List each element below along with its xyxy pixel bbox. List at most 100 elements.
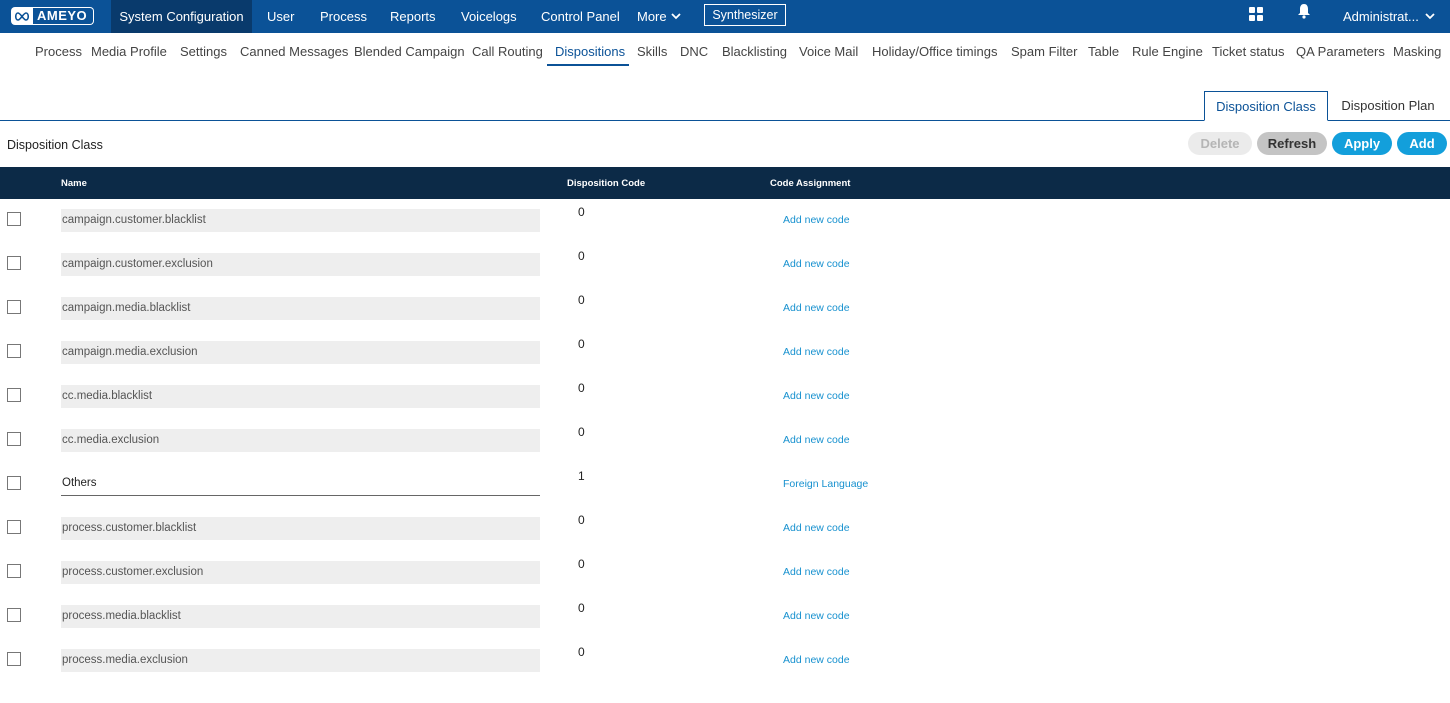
row-checkbox[interactable]	[7, 520, 21, 534]
row-checkbox[interactable]	[7, 300, 21, 314]
subnav-spam-filter[interactable]: Spam Filter	[1011, 44, 1077, 59]
nav-more-label: More	[637, 9, 667, 24]
subnav-rule-engine[interactable]: Rule Engine	[1132, 44, 1203, 59]
nav-user[interactable]: User	[267, 0, 294, 33]
table-row: process.media.blacklist 0 Add new code	[0, 601, 1450, 652]
row-disposition-code: 0	[578, 557, 585, 571]
table-row: process.media.exclusion 0 Add new code	[0, 645, 1450, 696]
row-code-assignment-link[interactable]: Add new code	[783, 346, 850, 358]
table-row: cc.media.blacklist 0 Add new code	[0, 381, 1450, 432]
row-checkbox[interactable]	[7, 652, 21, 666]
chevron-down-icon	[670, 13, 681, 20]
nav-more[interactable]: More	[637, 0, 681, 33]
infinity-icon	[11, 7, 33, 25]
row-name-field[interactable]: cc.media.exclusion	[61, 429, 540, 452]
row-disposition-code: 0	[578, 337, 585, 351]
subnav-settings[interactable]: Settings	[180, 44, 227, 59]
subnav-dispositions[interactable]: Dispositions	[555, 44, 625, 59]
row-name-field[interactable]: campaign.customer.exclusion	[61, 253, 540, 276]
ameyo-logo[interactable]: AMEYO	[11, 6, 95, 26]
admin-menu[interactable]: Administrat...	[1343, 0, 1435, 33]
nav-process[interactable]: Process	[320, 0, 367, 33]
row-code-assignment-link[interactable]: Add new code	[783, 654, 850, 666]
active-subnav-underline	[547, 64, 629, 66]
subnav-call-routing[interactable]: Call Routing	[472, 44, 543, 59]
row-checkbox[interactable]	[7, 256, 21, 270]
tab-disposition-plan[interactable]: Disposition Plan	[1336, 91, 1440, 121]
row-disposition-code: 0	[578, 293, 585, 307]
row-name-field[interactable]: campaign.customer.blacklist	[61, 209, 540, 232]
row-code-assignment-link[interactable]: Add new code	[783, 566, 850, 578]
table-row: Others 1 Foreign Language	[0, 469, 1450, 520]
row-name-field[interactable]: process.customer.exclusion	[61, 561, 540, 584]
add-button[interactable]: Add	[1397, 132, 1447, 155]
row-code-assignment-link[interactable]: Add new code	[783, 258, 850, 270]
row-checkbox[interactable]	[7, 608, 21, 622]
table-row: process.customer.exclusion 0 Add new cod…	[0, 557, 1450, 608]
subnav-masking[interactable]: Masking	[1393, 44, 1441, 59]
row-name-field[interactable]: process.media.blacklist	[61, 605, 540, 628]
subnav-blacklisting[interactable]: Blacklisting	[722, 44, 787, 59]
table-row: campaign.media.exclusion 0 Add new code	[0, 337, 1450, 388]
row-checkbox[interactable]	[7, 476, 21, 490]
subnav-holiday-office-timings[interactable]: Holiday/Office timings	[872, 44, 997, 59]
row-name-field[interactable]: campaign.media.blacklist	[61, 297, 540, 320]
row-disposition-code: 0	[578, 381, 585, 395]
row-checkbox[interactable]	[7, 344, 21, 358]
row-name-field[interactable]: process.media.exclusion	[61, 649, 540, 672]
column-header-name[interactable]: Name	[61, 178, 87, 189]
row-code-assignment-link[interactable]: Foreign Language	[783, 478, 868, 490]
row-name-field[interactable]: process.customer.blacklist	[61, 517, 540, 540]
column-header-code-assignment[interactable]: Code Assignment	[770, 178, 850, 189]
table-row: campaign.media.blacklist 0 Add new code	[0, 293, 1450, 344]
apply-button[interactable]: Apply	[1332, 132, 1392, 155]
row-checkbox[interactable]	[7, 212, 21, 226]
tab-disposition-class[interactable]: Disposition Class	[1204, 91, 1328, 121]
row-code-assignment-link[interactable]: Add new code	[783, 214, 850, 226]
subnav-canned-messages[interactable]: Canned Messages	[240, 44, 348, 59]
synthesizer-button[interactable]: Synthesizer	[704, 4, 786, 26]
row-name-field[interactable]: campaign.media.exclusion	[61, 341, 540, 364]
nav-voicelogs[interactable]: Voicelogs	[461, 0, 517, 33]
row-code-assignment-link[interactable]: Add new code	[783, 610, 850, 622]
row-name-field[interactable]: cc.media.blacklist	[61, 385, 540, 408]
subnav-dnc[interactable]: DNC	[680, 44, 708, 59]
logo-text: AMEYO	[33, 7, 95, 25]
subnav-qa-parameters[interactable]: QA Parameters	[1296, 44, 1385, 59]
row-code-assignment-link[interactable]: Add new code	[783, 522, 850, 534]
bell-icon[interactable]	[1297, 3, 1311, 24]
row-code-assignment-link[interactable]: Add new code	[783, 302, 850, 314]
nav-reports[interactable]: Reports	[390, 0, 436, 33]
row-disposition-code: 0	[578, 513, 585, 527]
chevron-down-icon	[1425, 13, 1435, 20]
nav-control-panel[interactable]: Control Panel	[541, 0, 620, 33]
subnav-table[interactable]: Table	[1088, 44, 1119, 59]
row-disposition-code: 1	[578, 469, 585, 483]
row-checkbox[interactable]	[7, 564, 21, 578]
row-disposition-code: 0	[578, 601, 585, 615]
table-row: cc.media.exclusion 0 Add new code	[0, 425, 1450, 476]
subnav-media-profile[interactable]: Media Profile	[91, 44, 167, 59]
table-row: campaign.customer.exclusion 0 Add new co…	[0, 249, 1450, 300]
subnav-skills[interactable]: Skills	[637, 44, 667, 59]
row-disposition-code: 0	[578, 425, 585, 439]
table-header: Name Disposition Code Code Assignment	[0, 167, 1450, 199]
row-code-assignment-link[interactable]: Add new code	[783, 434, 850, 446]
row-code-assignment-link[interactable]: Add new code	[783, 390, 850, 402]
refresh-button[interactable]: Refresh	[1257, 132, 1327, 155]
row-disposition-code: 0	[578, 249, 585, 263]
column-header-disposition-code[interactable]: Disposition Code	[567, 178, 645, 189]
subnav-ticket-status[interactable]: Ticket status	[1212, 44, 1284, 59]
subnav-blended-campaign[interactable]: Blended Campaign	[354, 44, 465, 59]
row-name-input[interactable]: Others	[61, 472, 540, 496]
nav-system-configuration[interactable]: System Configuration	[111, 0, 252, 33]
row-checkbox[interactable]	[7, 432, 21, 446]
table-row: campaign.customer.blacklist 0 Add new co…	[0, 205, 1450, 256]
row-disposition-code: 0	[578, 205, 585, 219]
apps-grid-icon[interactable]	[1249, 7, 1264, 27]
top-navbar: AMEYO System Configuration User Process …	[0, 0, 1450, 33]
row-checkbox[interactable]	[7, 388, 21, 402]
delete-button[interactable]: Delete	[1188, 132, 1252, 155]
subnav-process[interactable]: Process	[35, 44, 82, 59]
subnav-voice-mail[interactable]: Voice Mail	[799, 44, 858, 59]
